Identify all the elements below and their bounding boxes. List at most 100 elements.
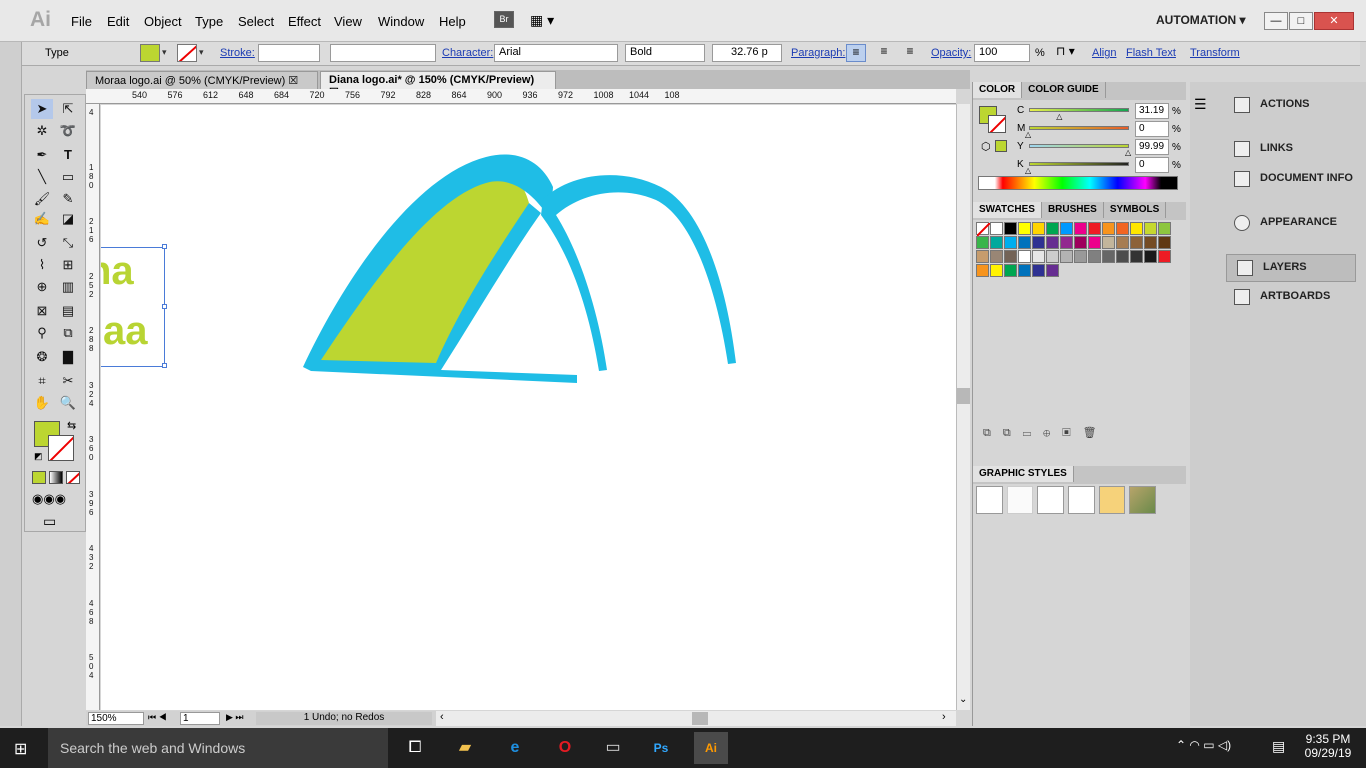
swatch[interactable] [990,250,1003,263]
swatch[interactable] [1102,236,1115,249]
undo-status[interactable]: 1 Undo; no Redos [256,712,432,725]
recolor-artwork-icon[interactable]: ⊓ ▾ [1056,44,1084,62]
character-link[interactable]: Character: [442,47,493,59]
swatch[interactable] [1158,236,1171,249]
maximize-button[interactable]: □ [1289,12,1313,30]
swatch[interactable] [976,236,989,249]
next-artboard-icon[interactable]: ▶ ⏭ [226,712,244,723]
swatch[interactable] [1144,236,1157,249]
menu-edit[interactable]: Edit [107,14,129,29]
swatch[interactable] [976,250,989,263]
search-box[interactable]: Search the web and Windows [48,728,388,768]
swatch[interactable] [1130,236,1143,249]
artboard-tool-icon[interactable]: ⌗ [31,371,53,391]
tab-color-guide[interactable]: COLOR GUIDE [1022,82,1106,98]
graphic-style-item[interactable] [1129,486,1157,514]
swatch[interactable] [1158,222,1171,235]
cyan-slider-thumb[interactable]: △ [1056,112,1062,121]
swatch[interactable] [1102,222,1115,235]
graphic-style-item[interactable] [1098,486,1126,514]
file-explorer-icon[interactable]: ▰ [448,732,482,764]
swatch[interactable] [1130,222,1143,235]
swatch[interactable] [1060,222,1073,235]
swatch[interactable] [1004,222,1017,235]
column-graph-tool-icon[interactable]: ▇ [57,347,79,367]
edge-icon[interactable]: e [498,732,532,764]
shape-builder-tool-icon[interactable]: ⊕ [31,277,53,297]
stroke-dropdown-icon[interactable]: ▾ [199,47,204,58]
illustrator-icon[interactable]: Ai [694,732,728,764]
graphic-style-item[interactable] [1037,486,1065,514]
rectangle-tool-icon[interactable]: ▭ [57,167,79,187]
rotate-tool-icon[interactable]: ↺ [31,233,53,253]
swatch[interactable] [1074,250,1087,263]
swatch[interactable] [1018,264,1031,277]
paragraph-link[interactable]: Paragraph: [791,47,845,59]
terminal-icon[interactable]: ▭ [596,732,630,764]
symbol-sprayer-tool-icon[interactable]: ❂ [31,347,53,367]
dock-document-info[interactable]: DOCUMENT INFO [1224,166,1358,194]
perspective-grid-tool-icon[interactable]: ▥ [57,277,79,297]
magenta-slider[interactable] [1029,126,1129,130]
swap-fill-stroke-icon[interactable]: ⇆ [67,419,76,432]
swatch[interactable] [976,264,989,277]
minimize-button[interactable]: — [1264,12,1288,30]
stroke-link[interactable]: Stroke: [220,47,255,59]
tab-swatches[interactable]: SWATCHES [973,202,1042,218]
swatch[interactable] [990,222,1003,235]
cyan-value[interactable]: 31.19 [1135,103,1169,119]
yellow-slider[interactable] [1029,144,1129,148]
tab-brushes[interactable]: BRUSHES [1041,202,1104,218]
yellow-value[interactable]: 99.99 [1135,139,1169,155]
dock-actions[interactable]: ACTIONS [1224,92,1358,120]
style-field[interactable] [330,44,436,62]
menu-help[interactable]: Help [439,14,466,29]
selection-handle[interactable] [162,244,167,249]
font-style-field[interactable]: Bold [625,44,705,62]
stroke-weight-field[interactable] [258,44,320,62]
photoshop-icon[interactable]: Ps [644,732,678,764]
color-spectrum-bar[interactable] [978,176,1178,190]
pen-tool-icon[interactable]: ✒ [31,145,53,165]
line-tool-icon[interactable]: ╲ [31,167,53,187]
bridge-button[interactable]: Br [494,11,514,28]
swatch-none[interactable] [976,222,991,237]
swatch[interactable] [990,264,1003,277]
vertical-scrollbar[interactable]: ⌄ [956,104,970,710]
scroll-right-icon[interactable]: › [942,711,946,723]
eraser-tool-icon[interactable]: ◪ [57,209,79,229]
fill-swatch[interactable] [140,44,160,62]
swatch[interactable] [1032,222,1045,235]
scale-tool-icon[interactable]: ⤡ [57,233,79,253]
swatch[interactable] [1004,264,1017,277]
out-of-gamut-icon[interactable]: ⬡ [981,140,991,153]
menu-object[interactable]: Object [144,14,182,29]
swatch[interactable] [1032,250,1045,263]
free-transform-tool-icon[interactable]: ⊞ [57,255,79,275]
swatch[interactable] [1158,250,1171,263]
action-center-icon[interactable]: ▤ [1272,738,1285,755]
magic-wand-tool-icon[interactable]: ✲ [31,121,53,141]
tab-diana-logo[interactable]: Diana logo.ai* @ 150% (CMYK/Preview) ☒ [320,71,556,99]
logo-text-line2[interactable]: aa [103,309,148,354]
type-tool-icon[interactable]: T [57,145,79,165]
swatch[interactable] [1060,236,1073,249]
swatch[interactable] [1116,236,1129,249]
zoom-tool-icon[interactable]: 🔍 [57,393,79,413]
paintbrush-tool-icon[interactable]: 🖌 [31,189,53,209]
dock-appearance[interactable]: APPEARANCE [1224,210,1358,238]
font-family-field[interactable]: Arial [494,44,618,62]
start-button[interactable]: ⊞ [14,739,27,759]
none-mode-icon[interactable] [66,471,80,484]
scroll-thumb[interactable] [692,712,708,725]
logo-artwork[interactable] [101,105,956,710]
dock-links[interactable]: LINKS [1224,136,1358,164]
swatch[interactable] [1116,250,1129,263]
swatch[interactable] [1130,250,1143,263]
stroke-color-icon[interactable] [48,435,74,461]
scroll-left-icon[interactable]: ‹ [440,711,444,723]
tab-color[interactable]: COLOR [973,82,1023,98]
dock-artboards[interactable]: ARTBOARDS [1224,284,1358,312]
first-artboard-icon[interactable]: ⏮ ◀ [148,712,167,723]
dock-menu-icon[interactable]: ☰ [1194,96,1218,116]
